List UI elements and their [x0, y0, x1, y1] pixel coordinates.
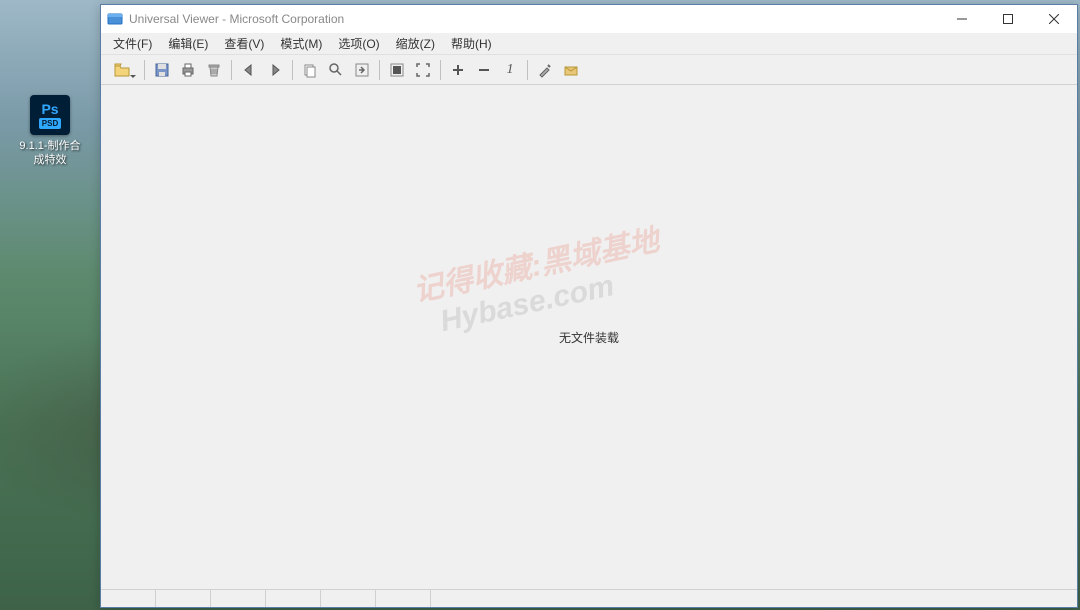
save-button[interactable] — [150, 58, 174, 82]
empty-message: 无文件装载 — [559, 329, 619, 346]
chevron-down-icon — [130, 75, 136, 78]
toolbar: 1 — [101, 55, 1077, 85]
window-title: Universal Viewer - Microsoft Corporation — [129, 12, 939, 26]
close-button[interactable] — [1031, 5, 1077, 33]
open-button[interactable] — [105, 58, 139, 82]
statusbar — [101, 589, 1077, 607]
separator — [440, 60, 441, 80]
menubar: 文件(F) 编辑(E) 查看(V) 模式(M) 选项(O) 缩放(Z) 帮助(H… — [101, 33, 1077, 55]
next-button[interactable] — [263, 58, 287, 82]
menu-edit[interactable]: 编辑(E) — [160, 33, 216, 54]
status-segment — [266, 590, 321, 607]
content-area: 记得收藏:黑域基地 Hybase.com 无文件装载 — [101, 85, 1077, 589]
menu-zoom[interactable]: 缩放(Z) — [388, 33, 443, 54]
copy-button[interactable] — [298, 58, 322, 82]
menu-file[interactable]: 文件(F) — [105, 33, 160, 54]
zoom-out-button[interactable] — [472, 58, 496, 82]
menu-mode[interactable]: 模式(M) — [272, 33, 330, 54]
minimize-button[interactable] — [939, 5, 985, 33]
delete-button[interactable] — [202, 58, 226, 82]
status-segment — [376, 590, 431, 607]
zoom-reset-button[interactable]: 1 — [498, 58, 522, 82]
psd-icon: Ps PSD — [30, 95, 70, 135]
status-segment — [431, 590, 1077, 607]
status-segment — [156, 590, 211, 607]
separator — [144, 60, 145, 80]
print-button[interactable] — [176, 58, 200, 82]
menu-options[interactable]: 选项(O) — [330, 33, 387, 54]
plugins-button[interactable] — [559, 58, 583, 82]
desktop-file-icon[interactable]: Ps PSD 9.1.1-制作合成特效 — [18, 95, 82, 168]
app-icon — [107, 11, 123, 27]
status-segment — [321, 590, 376, 607]
zoom-in-button[interactable] — [446, 58, 470, 82]
fit-window-button[interactable] — [385, 58, 409, 82]
titlebar[interactable]: Universal Viewer - Microsoft Corporation — [101, 5, 1077, 33]
status-segment — [211, 590, 266, 607]
goto-button[interactable] — [350, 58, 374, 82]
separator — [379, 60, 380, 80]
tools-button[interactable] — [533, 58, 557, 82]
prev-button[interactable] — [237, 58, 261, 82]
app-window: Universal Viewer - Microsoft Corporation… — [100, 4, 1078, 608]
fullscreen-button[interactable] — [411, 58, 435, 82]
watermark: 记得收藏:黑域基地 Hybase.com — [409, 215, 670, 343]
separator — [231, 60, 232, 80]
maximize-button[interactable] — [985, 5, 1031, 33]
separator — [292, 60, 293, 80]
search-button[interactable] — [324, 58, 348, 82]
menu-view[interactable]: 查看(V) — [216, 33, 272, 54]
separator — [527, 60, 528, 80]
menu-help[interactable]: 帮助(H) — [443, 33, 500, 54]
desktop-icon-label: 9.1.1-制作合成特效 — [18, 139, 82, 168]
status-segment — [101, 590, 156, 607]
